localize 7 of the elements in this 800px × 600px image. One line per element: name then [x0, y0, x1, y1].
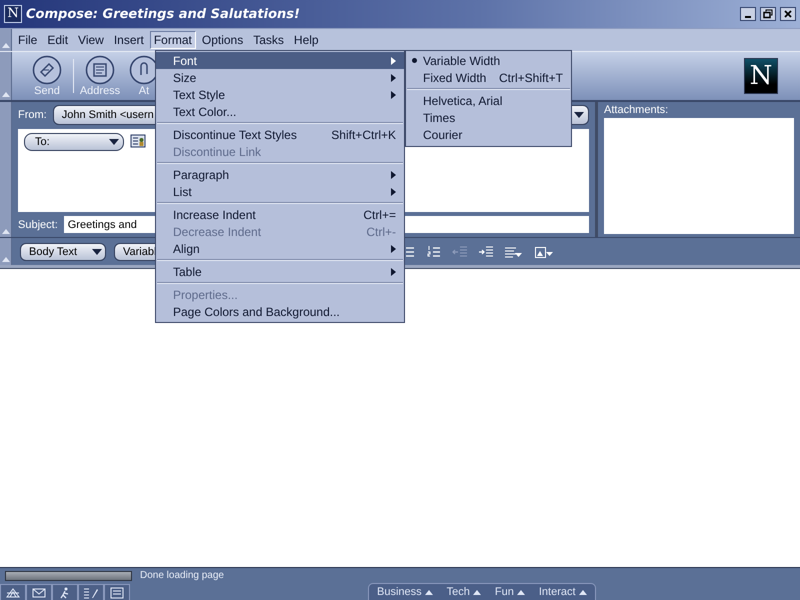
- brand-logo: N: [744, 58, 778, 94]
- attachments-label: Attachments:: [604, 104, 670, 116]
- status-text: Done loading page: [140, 570, 224, 581]
- window-title: Compose: Greetings and Salutations!: [26, 6, 301, 22]
- subject-label: Subject:: [18, 218, 58, 230]
- from-label: From:: [18, 109, 47, 121]
- app-logo: N: [4, 5, 22, 23]
